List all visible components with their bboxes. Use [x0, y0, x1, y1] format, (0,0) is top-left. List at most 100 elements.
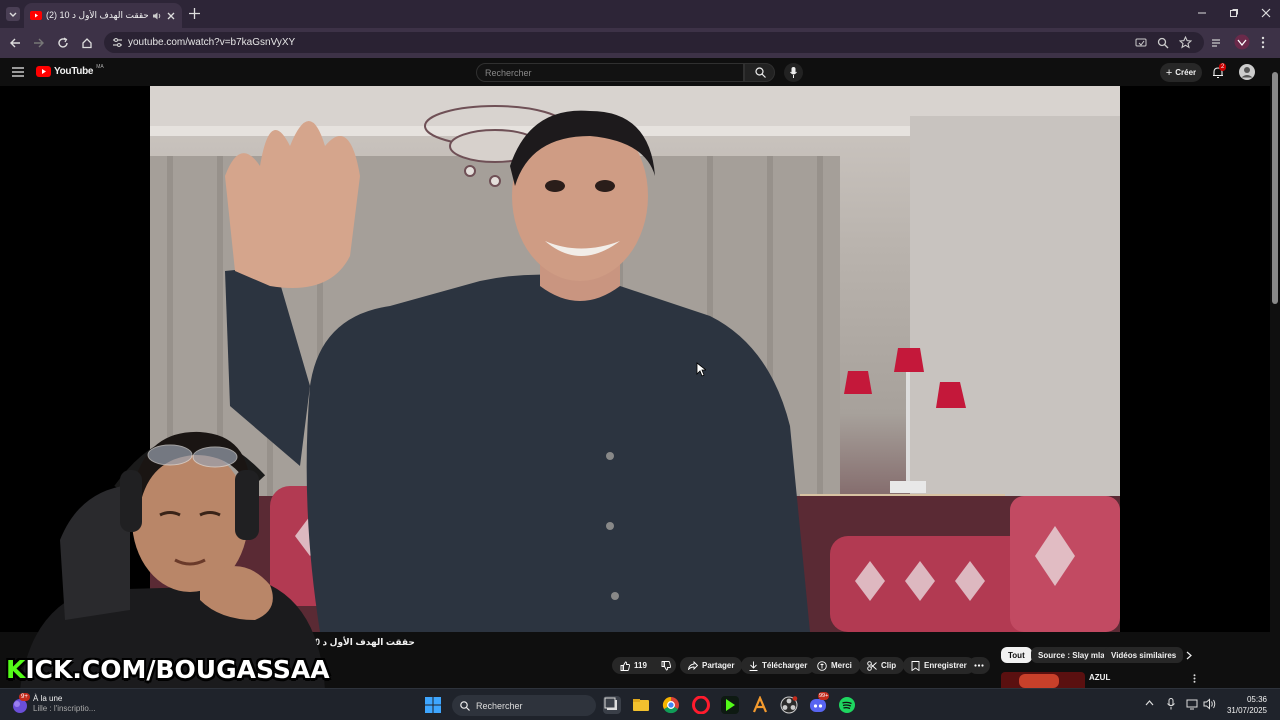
thumbs-up-icon — [620, 661, 630, 671]
share-button[interactable]: Partager — [680, 657, 743, 674]
share-label: Partager — [702, 661, 735, 670]
save-playlist-icon — [911, 660, 920, 671]
close-window-icon[interactable] — [1261, 8, 1271, 18]
youtube-wordmark: YouTube — [54, 66, 94, 77]
app-icon-green[interactable] — [721, 696, 739, 714]
close-tab-icon[interactable] — [166, 11, 176, 21]
task-view-icon[interactable] — [603, 696, 621, 714]
microphone-icon — [790, 67, 797, 78]
clock-date: 31/07/2025 — [1226, 706, 1267, 715]
like-button[interactable]: 119 — [620, 661, 647, 671]
dislike-button[interactable] — [661, 660, 671, 671]
thumbs-down-icon — [661, 660, 671, 670]
scissors-icon — [867, 660, 877, 671]
page-scrollbar[interactable] — [1271, 60, 1279, 688]
download-button[interactable]: Télécharger — [741, 657, 816, 674]
search-input[interactable]: Rechercher — [476, 63, 744, 82]
app-icon-orange[interactable] — [751, 696, 769, 714]
hamburger-menu-icon[interactable] — [12, 67, 24, 77]
home-icon[interactable] — [81, 37, 93, 49]
browser-tab[interactable]: (2) حققت الهدف الأول د 10 — [24, 3, 182, 28]
news-widget[interactable]: À la une Lille : l'inscriptio... — [33, 694, 95, 714]
youtube-logo[interactable]: YouTube MA — [36, 63, 104, 77]
like-dislike-group: 119 — [612, 657, 676, 674]
notification-badge: 2 — [1219, 63, 1227, 71]
more-actions-button[interactable] — [968, 657, 990, 674]
download-label: Télécharger — [762, 661, 808, 670]
reload-icon[interactable] — [57, 37, 69, 49]
speaker-icon[interactable] — [152, 11, 162, 21]
taskbar-search[interactable]: Rechercher — [452, 695, 596, 716]
related-video-thumbnail[interactable] — [1001, 672, 1085, 688]
plus-icon: + — [1165, 66, 1173, 79]
tray-clock[interactable]: 05:36 31/07/2025 — [1225, 694, 1267, 716]
youtube-masthead: YouTube MA Rechercher + Créer 2 — [0, 58, 1280, 86]
obs-icon[interactable] — [780, 696, 798, 714]
news-title: À la une — [33, 694, 63, 703]
restore-icon[interactable] — [1229, 8, 1239, 18]
like-count: 119 — [634, 661, 647, 670]
create-label: Créer — [1175, 68, 1197, 77]
taskbar-search-label: Rechercher — [476, 700, 523, 711]
youtube-favicon-icon — [30, 11, 42, 20]
tray-volume-icon[interactable] — [1203, 698, 1216, 710]
clock-time: 05:36 — [1246, 695, 1267, 704]
site-info-icon[interactable] — [112, 37, 123, 48]
chip-all[interactable]: Tout — [1001, 647, 1032, 663]
zoom-icon[interactable] — [1157, 37, 1169, 49]
kick-url-text: KICK.COM/BOUGASSAA — [6, 655, 330, 684]
notifications-button[interactable]: 2 — [1212, 63, 1227, 79]
spotify-icon[interactable] — [838, 696, 856, 714]
thanks-label: Merci — [831, 661, 852, 670]
scrollbar-thumb[interactable] — [1272, 72, 1278, 304]
cast-icon[interactable] — [1135, 37, 1147, 49]
reading-list-icon[interactable] — [1211, 37, 1223, 49]
save-button[interactable]: Enregistrer — [903, 657, 975, 674]
discord-badge: 99+ — [818, 692, 830, 700]
clip-label: Clip — [881, 661, 897, 670]
opera-icon[interactable] — [692, 696, 710, 714]
windows-start-icon[interactable] — [425, 697, 441, 713]
voice-search-button[interactable] — [784, 63, 803, 82]
minimize-icon[interactable] — [1197, 8, 1207, 18]
account-avatar[interactable] — [1239, 64, 1255, 80]
taskbar-search-icon — [460, 700, 470, 711]
back-icon[interactable] — [9, 37, 21, 49]
save-label: Enregistrer — [924, 661, 967, 670]
windows-taskbar: 9+ À la une Lille : l'inscriptio... Rech… — [0, 688, 1280, 720]
tray-chevron-icon[interactable] — [1145, 700, 1154, 706]
chrome-icon[interactable] — [662, 696, 680, 714]
news-widget-icon[interactable]: 9+ — [10, 693, 30, 714]
browser-tab-bar: (2) حققت الهدف الأول د 10 — [0, 0, 1280, 28]
more-menu-icon[interactable] — [1261, 36, 1265, 49]
thanks-button[interactable]: Merci — [809, 657, 860, 674]
search-placeholder: Rechercher — [485, 67, 532, 78]
share-icon — [688, 661, 698, 670]
download-icon — [749, 661, 758, 671]
tab-search-icon[interactable] — [6, 7, 20, 21]
create-button[interactable]: + Créer — [1160, 63, 1202, 82]
chip-next-chevron-icon[interactable] — [1186, 651, 1192, 660]
region-code: MA — [96, 63, 104, 70]
more-horizontal-icon — [974, 664, 984, 667]
address-bar[interactable]: youtube.com/watch?v=b7kaGsnVyXY — [104, 32, 1204, 53]
tab-title: (2) حققت الهدف الأول د 10 — [46, 10, 148, 20]
related-video-menu-icon[interactable] — [1193, 674, 1196, 683]
profile-avatar[interactable] — [1234, 34, 1250, 50]
bookmark-star-icon[interactable] — [1179, 36, 1192, 49]
news-badge: 9+ — [19, 693, 30, 701]
tray-network-icon[interactable] — [1186, 698, 1198, 710]
search-button[interactable] — [744, 63, 775, 82]
tray-microphone-icon[interactable] — [1167, 698, 1175, 710]
chip-similar[interactable]: Vidéos similaires — [1104, 647, 1184, 663]
kick-channel-watermark: KICK.COM/BOUGASSAA — [6, 655, 330, 684]
new-tab-icon[interactable] — [189, 8, 200, 19]
forward-icon[interactable] — [33, 37, 45, 49]
super-thanks-icon — [817, 660, 827, 671]
search-icon — [755, 67, 766, 78]
file-explorer-icon[interactable] — [632, 696, 650, 714]
youtube-play-logo-icon — [36, 66, 51, 77]
related-video-title[interactable]: AZUL — [1089, 673, 1110, 682]
clip-button[interactable]: Clip — [859, 657, 905, 674]
discord-icon[interactable]: 99+ — [809, 692, 830, 714]
